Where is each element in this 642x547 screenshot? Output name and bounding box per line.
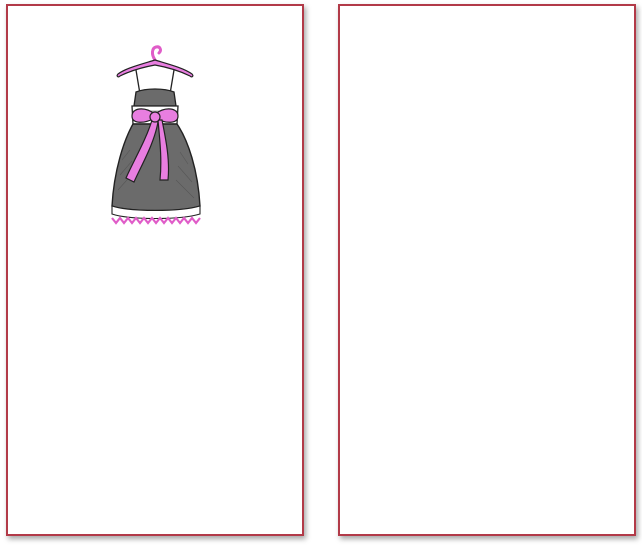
dress-illustration: [111, 45, 201, 225]
dress-bodice: [133, 88, 177, 107]
dress-skirt: [111, 123, 201, 212]
page: [0, 0, 642, 547]
right-card: [338, 4, 636, 536]
hanger-icon: [116, 45, 194, 95]
left-card: [6, 4, 304, 536]
